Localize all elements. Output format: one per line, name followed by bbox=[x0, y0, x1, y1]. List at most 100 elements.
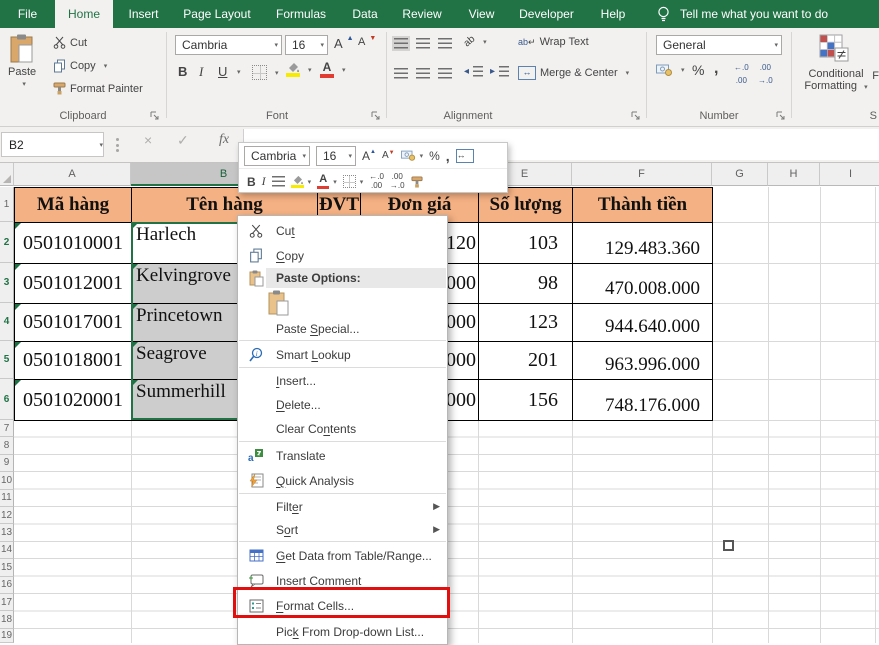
cell-f3[interactable]: 470.008.000 bbox=[573, 264, 713, 304]
mini-decrease-decimal-button[interactable]: .00→.0 bbox=[390, 173, 405, 191]
menu-item-cut[interactable]: Cut bbox=[238, 218, 447, 243]
fill-color-button[interactable]: ▾ bbox=[286, 62, 312, 77]
mini-align-center-button[interactable] bbox=[272, 176, 285, 187]
menu-item-quick-analysis[interactable]: Quick Analysis bbox=[238, 468, 447, 493]
cell-a4[interactable]: 0501017001 bbox=[15, 304, 132, 342]
comma-style-button[interactable]: , bbox=[714, 60, 718, 78]
mini-accounting-button[interactable]: ▾ bbox=[401, 150, 424, 161]
tab-view[interactable]: View bbox=[456, 0, 507, 28]
tab-insert[interactable]: Insert bbox=[113, 0, 174, 28]
menu-item-sort[interactable]: Sort ▶ bbox=[238, 518, 447, 541]
italic-button[interactable]: I bbox=[199, 64, 203, 80]
paste-dropdown-arrow[interactable]: ▾ bbox=[22, 80, 26, 88]
mini-font-name-combo[interactable]: Cambria▾ bbox=[244, 146, 310, 166]
name-box-arrow[interactable]: ▾ bbox=[99, 141, 103, 149]
accounting-format-button[interactable]: ▾ bbox=[656, 64, 685, 76]
column-header-i[interactable]: I bbox=[820, 163, 879, 186]
bold-button[interactable]: B bbox=[178, 64, 187, 79]
row-header-13[interactable]: 13 bbox=[0, 524, 14, 541]
mini-grow-font-button[interactable]: A▲ bbox=[362, 149, 376, 163]
borders-button[interactable]: ▾ bbox=[252, 65, 279, 80]
row-header-7[interactable]: 7 bbox=[0, 420, 14, 437]
merge-center-arrow[interactable]: ▾ bbox=[626, 69, 630, 77]
paste-button[interactable]: Paste ▾ bbox=[8, 34, 36, 88]
header-cell-ma-hang[interactable]: Mã hàng bbox=[15, 188, 132, 223]
menu-item-smart-lookup[interactable]: i Smart Lookup bbox=[238, 342, 447, 367]
menu-item-clear-contents[interactable]: Clear Contents bbox=[238, 417, 447, 441]
mini-percent-button[interactable]: % bbox=[429, 149, 440, 163]
row-header-16[interactable]: 16 bbox=[0, 577, 14, 594]
font-size-arrow[interactable]: ▾ bbox=[320, 41, 324, 49]
number-format-arrow[interactable]: ▾ bbox=[774, 41, 778, 49]
number-dialog-launcher[interactable] bbox=[776, 111, 786, 121]
tab-file[interactable]: File bbox=[0, 0, 55, 28]
row-header-9[interactable]: 9 bbox=[0, 455, 14, 472]
mini-font-size-combo[interactable]: 16▾ bbox=[316, 146, 356, 166]
orientation-button[interactable]: ab▾ bbox=[464, 36, 487, 47]
merge-center-button[interactable]: ↔ Merge & Center ▾ bbox=[518, 66, 629, 80]
decrease-indent-button[interactable]: ◂ bbox=[464, 66, 483, 77]
font-size-combo[interactable]: 16▾ bbox=[285, 35, 328, 55]
cell-f4[interactable]: 944.640.000 bbox=[573, 304, 713, 342]
mini-merge-center-button[interactable]: ↔ bbox=[456, 149, 474, 163]
clipboard-dialog-launcher[interactable] bbox=[150, 111, 160, 121]
row-header-1[interactable]: 1 bbox=[0, 187, 14, 222]
tab-review[interactable]: Review bbox=[388, 0, 456, 28]
menu-item-translate[interactable]: a Translate bbox=[238, 443, 447, 468]
cell-e6[interactable]: 156 bbox=[479, 380, 573, 421]
row-header-3[interactable]: 3 bbox=[0, 263, 14, 303]
row-header-18[interactable]: 18 bbox=[0, 611, 14, 628]
mini-increase-decimal-button[interactable]: ←.0.00 bbox=[369, 173, 384, 191]
percent-style-button[interactable]: % bbox=[692, 62, 704, 78]
copy-button[interactable]: Copy ▾ bbox=[53, 59, 107, 73]
menu-item-insert[interactable]: Insert... bbox=[238, 369, 447, 393]
cell-f6[interactable]: 748.176.000 bbox=[573, 380, 713, 421]
borders-arrow[interactable]: ▾ bbox=[275, 69, 279, 77]
menu-item-get-data[interactable]: Get Data from Table/Range... bbox=[238, 543, 447, 568]
menu-item-filter[interactable]: Filter ▶ bbox=[238, 495, 447, 518]
align-center-button[interactable] bbox=[416, 68, 430, 79]
cell-a5[interactable]: 0501018001 bbox=[15, 342, 132, 380]
font-color-arrow[interactable]: ▾ bbox=[342, 66, 346, 74]
increase-decimal-button[interactable]: ←.0.00 bbox=[734, 64, 749, 86]
row-header-10[interactable]: 10 bbox=[0, 472, 14, 489]
name-box[interactable]: B2 ▾ bbox=[1, 132, 104, 157]
conditional-formatting-button[interactable]: Conditional Formatting ▾ bbox=[793, 68, 879, 92]
align-left-button[interactable] bbox=[394, 68, 408, 79]
font-color-button[interactable]: A ▾ bbox=[320, 61, 346, 78]
tab-formulas[interactable]: Formulas bbox=[260, 0, 342, 28]
menu-item-pick-from-list[interactable]: Pick From Drop-down List... bbox=[238, 619, 447, 644]
grow-font-button[interactable]: A▲ bbox=[334, 36, 354, 51]
tab-page-layout[interactable]: Page Layout bbox=[174, 0, 260, 28]
alignment-dialog-launcher[interactable] bbox=[631, 111, 641, 121]
row-header-8[interactable]: 8 bbox=[0, 437, 14, 454]
mini-comma-button[interactable]: , bbox=[446, 148, 450, 164]
row-header-17[interactable]: 17 bbox=[0, 594, 14, 611]
cut-button[interactable]: Cut bbox=[53, 36, 87, 49]
middle-align-button[interactable] bbox=[416, 38, 430, 49]
menu-item-copy[interactable]: Copy bbox=[238, 243, 447, 268]
row-header-15[interactable]: 15 bbox=[0, 559, 14, 576]
header-cell-thanh-tien[interactable]: Thành tiền bbox=[573, 188, 713, 223]
mini-shrink-font-button[interactable]: A▼ bbox=[382, 150, 395, 161]
tab-developer[interactable]: Developer bbox=[507, 0, 586, 28]
cell-a6[interactable]: 0501020001 bbox=[15, 380, 132, 421]
bottom-align-button[interactable] bbox=[438, 38, 452, 49]
menu-item-paste-special[interactable]: Paste Special... bbox=[238, 318, 447, 340]
underline-dropdown-arrow[interactable]: ▾ bbox=[233, 68, 241, 76]
row-header-6[interactable]: 6 bbox=[0, 379, 14, 420]
tell-me-search[interactable]: Tell me what you want to do bbox=[656, 0, 828, 28]
mini-fill-color-button[interactable]: ▾ bbox=[291, 175, 312, 188]
row-header-2[interactable]: 2 bbox=[0, 222, 14, 263]
cell-a3[interactable]: 0501012001 bbox=[15, 264, 132, 304]
formula-bar-handle[interactable] bbox=[116, 138, 119, 152]
row-header-5[interactable]: 5 bbox=[0, 341, 14, 379]
wrap-text-button[interactable]: ab↵ Wrap Text bbox=[518, 36, 589, 48]
tab-home[interactable]: Home bbox=[55, 0, 113, 28]
column-header-a[interactable]: A bbox=[14, 163, 131, 186]
menu-item-delete[interactable]: Delete... bbox=[238, 393, 447, 417]
accounting-arrow[interactable]: ▾ bbox=[681, 66, 685, 74]
top-align-button[interactable] bbox=[394, 38, 408, 49]
row-header-14[interactable]: 14 bbox=[0, 542, 14, 559]
shrink-font-button[interactable]: A▼ bbox=[358, 36, 376, 48]
